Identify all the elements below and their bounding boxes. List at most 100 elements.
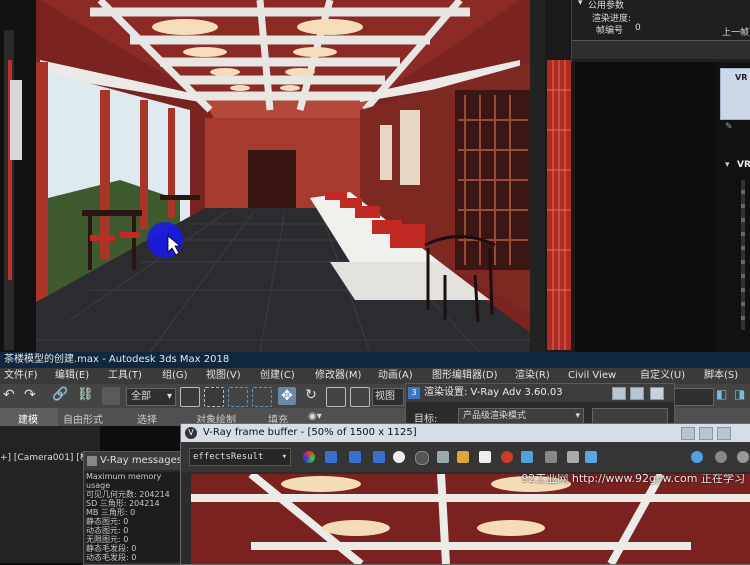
- redo-icon[interactable]: ↷: [24, 387, 42, 405]
- unlink-icon[interactable]: ⛓: [77, 387, 95, 405]
- display-correction-icon[interactable]: [737, 451, 749, 463]
- selection-filter-value: 全部: [131, 391, 151, 402]
- green-channel-icon[interactable]: [349, 451, 361, 463]
- log-line: 静态图元: 0: [86, 517, 129, 526]
- render-progress-panel: 公用参数 ▾ 渲染进度: 帧编号 0 上一帧: [571, 0, 750, 62]
- chevron-down-icon: ▾: [166, 391, 172, 402]
- menu-animation[interactable]: 动画(A): [378, 368, 413, 384]
- window-crossing-icon[interactable]: [252, 387, 272, 407]
- frame-number-value: 0: [635, 23, 641, 33]
- history-icon[interactable]: [521, 451, 533, 463]
- render-settings-title-bar[interactable]: 3 渲染设置: V-Ray Adv 3.60.03: [406, 384, 674, 402]
- vray-frame-buffer-window: V V-Ray frame buffer - [50% of 1500 x 11…: [180, 423, 750, 565]
- lens-effects-icon[interactable]: [715, 451, 727, 463]
- chevron-down-icon: ▾: [575, 411, 580, 421]
- menu-file[interactable]: 文件(F): [4, 368, 38, 384]
- render-setup-icon: 3: [408, 387, 420, 399]
- link-icon[interactable]: 🔗: [52, 387, 70, 405]
- bind-space-warp-icon[interactable]: [102, 387, 120, 405]
- track-mouse-icon[interactable]: [567, 451, 579, 463]
- blue-channel-icon[interactable]: [373, 451, 385, 463]
- vray-section-label: VR: [737, 160, 750, 170]
- stereo-icon[interactable]: [691, 451, 703, 463]
- frame-number-label: 帧编号: [596, 26, 624, 36]
- progress-bar: [572, 40, 750, 59]
- red-channel-icon[interactable]: [325, 451, 337, 463]
- log-line: MB 三角形: 0: [86, 508, 136, 517]
- undo-icon[interactable]: ↶: [3, 387, 21, 405]
- vray-icon: [87, 456, 97, 466]
- render-button[interactable]: [592, 408, 668, 424]
- ribbon-tab-freeform[interactable]: 自由形式: [63, 411, 103, 426]
- ribbon-tab-modeling[interactable]: 建模: [18, 411, 38, 426]
- window-title: 茶楼模型的创建.max - Autodesk 3ds Max 2018: [4, 354, 230, 365]
- close-button[interactable]: [717, 427, 731, 440]
- vray-messages-title-bar[interactable]: V-Ray messages: [84, 452, 184, 470]
- reference-coordinate-value: 视图: [375, 391, 395, 402]
- close-button[interactable]: [650, 387, 664, 400]
- vray-logo-icon: V: [185, 427, 197, 439]
- minimize-button[interactable]: [681, 427, 695, 440]
- target-dropdown[interactable]: 产品级渲染模式 ▾: [458, 408, 584, 424]
- menu-modifiers[interactable]: 修改器(M): [315, 368, 361, 384]
- log-line: 可见几何元数: 204214: [86, 490, 170, 499]
- channel-dropdown[interactable]: effectsResult ▾: [189, 448, 291, 466]
- menu-edit[interactable]: 编辑(E): [55, 368, 89, 384]
- log-line: SD 三角形: 204214: [86, 499, 160, 508]
- collapse-icon[interactable]: ▾: [578, 0, 583, 8]
- align-icon[interactable]: ◨: [734, 387, 750, 405]
- prev-frame-button[interactable]: 上一帧: [722, 25, 749, 38]
- menu-view[interactable]: 视图(V): [206, 368, 241, 384]
- rollout-toggle-icon[interactable]: ▾: [725, 160, 730, 170]
- rgb-channel-icon[interactable]: [303, 451, 315, 463]
- vray-messages-log: Maximum memory usage 可见几何元数: 204214 SD 三…: [86, 472, 180, 562]
- menu-civil-view[interactable]: Civil View: [568, 368, 616, 384]
- reference-coordinate-dropdown[interactable]: 视图: [372, 388, 404, 406]
- maximize-button[interactable]: [699, 427, 713, 440]
- vray-messages-window: V-Ray messages Maximum memory usage 可见几何…: [83, 451, 185, 565]
- target-value: 产品级渲染模式: [463, 411, 527, 421]
- parameter-list: [741, 180, 745, 330]
- render-icon[interactable]: [585, 451, 597, 463]
- copy-icon[interactable]: [479, 451, 491, 463]
- frame-buffer-image[interactable]: 92工业网 http://www.92gyw.com 正在学习: [191, 474, 750, 564]
- maximize-button[interactable]: [630, 387, 644, 400]
- menu-group[interactable]: 组(G): [162, 368, 188, 384]
- rotate-icon[interactable]: ↻: [302, 387, 320, 405]
- save-image-icon[interactable]: [437, 451, 449, 463]
- ribbon-tab-selection[interactable]: 选择: [137, 411, 157, 426]
- load-image-icon[interactable]: [457, 451, 469, 463]
- menu-customize[interactable]: 自定义(U): [640, 368, 685, 384]
- pin-icon[interactable]: ✎: [725, 122, 733, 132]
- move-icon[interactable]: ✥: [278, 387, 296, 405]
- vray-tab-label: VR: [735, 73, 748, 82]
- minimize-button[interactable]: [612, 387, 626, 400]
- watermark-text: 92工业网 http://www.92gyw.com 正在学习: [521, 474, 745, 485]
- menu-rendering[interactable]: 渲染(R): [515, 368, 550, 384]
- place-icon[interactable]: [350, 387, 370, 407]
- mirror-icon[interactable]: ◧: [716, 387, 734, 405]
- frame-buffer-toolbar: effectsResult ▾: [181, 442, 750, 472]
- frame-buffer-title-bar[interactable]: V V-Ray frame buffer - [50% of 1500 x 11…: [181, 424, 750, 442]
- region-render-icon[interactable]: [545, 451, 557, 463]
- ribbon-options-icon[interactable]: ◉▾: [308, 411, 322, 422]
- clear-image-icon[interactable]: [501, 451, 513, 463]
- chevron-down-icon: ▾: [281, 452, 287, 462]
- mono-icon[interactable]: [415, 451, 429, 465]
- menu-create[interactable]: 创建(C): [260, 368, 295, 384]
- select-by-name-icon[interactable]: [204, 387, 224, 407]
- log-line: 静态毛发段: 0: [86, 544, 137, 553]
- selection-filter-dropdown[interactable]: 全部 ▾: [126, 388, 176, 406]
- alpha-channel-icon[interactable]: [393, 451, 405, 463]
- menu-tools[interactable]: 工具(T): [108, 368, 142, 384]
- vray-messages-title: V-Ray messages: [100, 455, 182, 466]
- rendered-ceiling-image: [191, 474, 750, 564]
- select-object-icon[interactable]: [180, 387, 200, 407]
- scale-icon[interactable]: [326, 387, 346, 407]
- menu-graph-editors[interactable]: 图形编辑器(D): [432, 368, 498, 384]
- channel-value: effectsResult: [193, 452, 264, 462]
- menu-scripting[interactable]: 脚本(S): [704, 368, 738, 384]
- rectangular-selection-icon[interactable]: [228, 387, 248, 407]
- vray-tab[interactable]: VR: [720, 68, 750, 120]
- named-selection-dropdown[interactable]: [672, 388, 714, 406]
